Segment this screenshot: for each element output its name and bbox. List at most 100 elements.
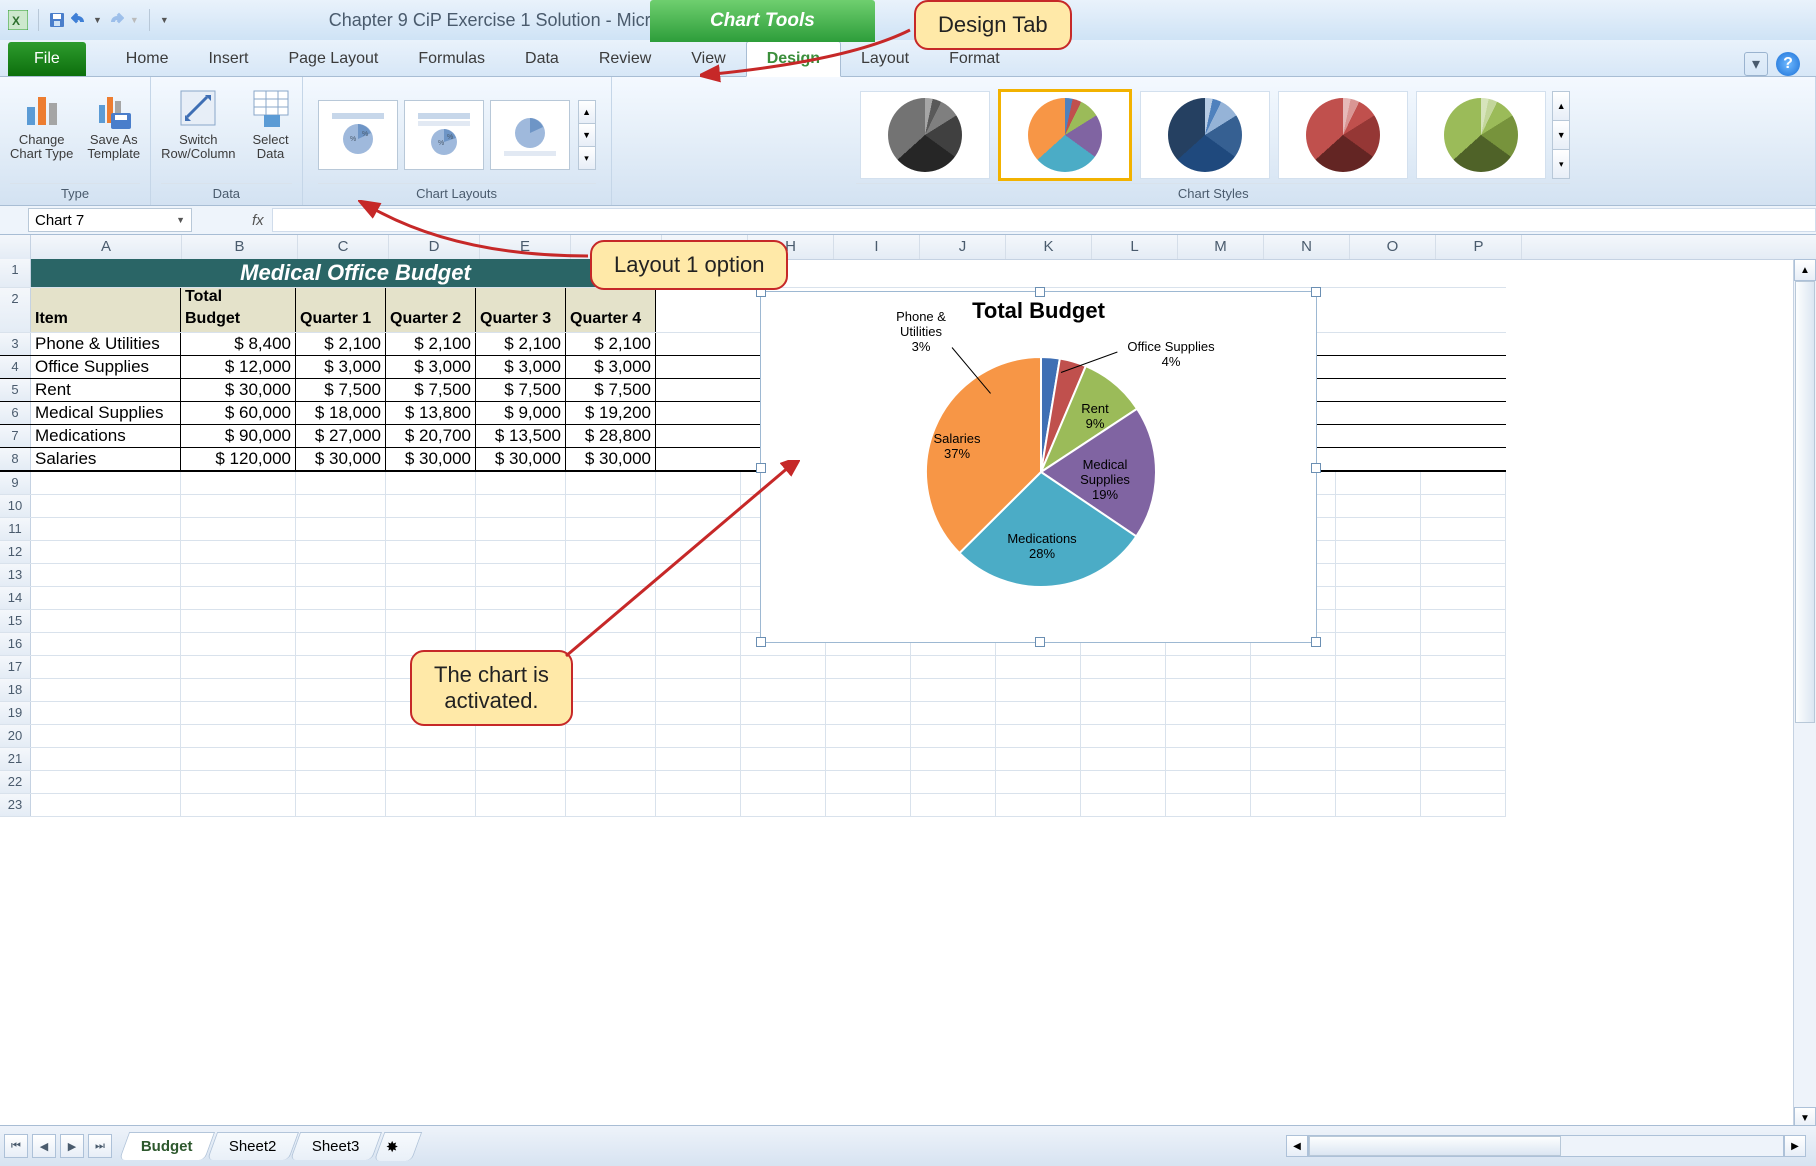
row-header[interactable]: 14 — [0, 587, 31, 609]
chart-style-1[interactable] — [860, 91, 990, 179]
cell[interactable] — [996, 656, 1081, 678]
cell[interactable] — [911, 748, 996, 770]
help-icon[interactable]: ? — [1776, 52, 1800, 76]
cell[interactable] — [31, 564, 181, 586]
sheet-tab-budget[interactable]: Budget — [119, 1132, 215, 1160]
cell[interactable] — [1081, 656, 1166, 678]
cell[interactable] — [1166, 702, 1251, 724]
table-cell[interactable]: $ 13,800 — [386, 402, 476, 424]
styles-more[interactable]: ▾ — [1553, 150, 1569, 178]
cell[interactable] — [911, 771, 996, 793]
cell[interactable] — [31, 794, 181, 816]
cell[interactable] — [1166, 748, 1251, 770]
vertical-scrollbar[interactable]: ▲ ▼ — [1793, 259, 1816, 1129]
cell[interactable] — [31, 541, 181, 563]
cell[interactable] — [1336, 702, 1421, 724]
cell[interactable] — [31, 610, 181, 632]
tab-insert[interactable]: Insert — [188, 42, 268, 76]
cell[interactable] — [1421, 725, 1506, 747]
undo-icon[interactable] — [71, 12, 87, 28]
row-header[interactable]: 16 — [0, 633, 31, 655]
col-header[interactable]: J — [920, 235, 1006, 259]
table-cell[interactable]: $ 9,000 — [476, 402, 566, 424]
cell[interactable] — [1421, 679, 1506, 701]
table-cell[interactable]: $ 3,000 — [296, 356, 386, 378]
cell[interactable] — [31, 587, 181, 609]
row-header[interactable]: 1 — [0, 259, 31, 287]
cell[interactable] — [386, 725, 476, 747]
cell[interactable] — [1081, 725, 1166, 747]
cell[interactable] — [656, 472, 741, 494]
cell[interactable] — [741, 656, 826, 678]
cell[interactable] — [566, 748, 656, 770]
row-header[interactable]: 10 — [0, 495, 31, 517]
cell[interactable] — [476, 794, 566, 816]
cell[interactable] — [1166, 725, 1251, 747]
cell[interactable] — [566, 564, 656, 586]
cell[interactable] — [1336, 610, 1421, 632]
cell[interactable] — [1166, 656, 1251, 678]
row-header[interactable]: 23 — [0, 794, 31, 816]
cell[interactable] — [566, 725, 656, 747]
cell[interactable] — [1421, 702, 1506, 724]
cell[interactable] — [296, 633, 386, 655]
cell[interactable] — [476, 472, 566, 494]
cell[interactable] — [741, 748, 826, 770]
table-cell[interactable]: $ 3,000 — [566, 356, 656, 378]
cell[interactable] — [656, 656, 741, 678]
cell[interactable] — [1081, 679, 1166, 701]
cell[interactable] — [1421, 495, 1506, 517]
select-all[interactable] — [0, 235, 31, 259]
qat-customize[interactable]: ▼ — [160, 15, 169, 25]
cell[interactable] — [826, 794, 911, 816]
new-sheet-button[interactable]: ✸ — [373, 1132, 422, 1161]
cell[interactable] — [656, 794, 741, 816]
fx-icon[interactable]: fx — [252, 212, 264, 229]
cell[interactable] — [386, 771, 476, 793]
cell[interactable] — [181, 587, 296, 609]
layouts-up[interactable]: ▲ — [579, 101, 595, 124]
cell[interactable] — [566, 679, 656, 701]
cell[interactable] — [1421, 564, 1506, 586]
cell[interactable] — [996, 771, 1081, 793]
cell[interactable] — [1421, 472, 1506, 494]
cell[interactable] — [1251, 656, 1336, 678]
cell[interactable] — [996, 679, 1081, 701]
cell[interactable] — [296, 610, 386, 632]
col-header[interactable]: B — [182, 235, 298, 259]
row-header[interactable]: 7 — [0, 425, 31, 447]
tab-file[interactable]: File — [8, 42, 86, 76]
row-header[interactable]: 13 — [0, 564, 31, 586]
chart-style-4[interactable] — [1278, 91, 1408, 179]
cell[interactable] — [296, 656, 386, 678]
cell[interactable] — [826, 748, 911, 770]
cell[interactable] — [911, 725, 996, 747]
cell[interactable] — [1336, 518, 1421, 540]
cell[interactable] — [296, 748, 386, 770]
table-cell[interactable]: $ 7,500 — [386, 379, 476, 401]
cell[interactable] — [31, 679, 181, 701]
cell[interactable] — [476, 495, 566, 517]
undo-dd[interactable]: ▼ — [93, 15, 102, 25]
table-cell[interactable]: $ 120,000 — [181, 448, 296, 470]
table-cell[interactable]: $ 7,500 — [476, 379, 566, 401]
cell[interactable] — [181, 472, 296, 494]
cell[interactable] — [181, 771, 296, 793]
cell[interactable] — [181, 518, 296, 540]
cell[interactable] — [1336, 794, 1421, 816]
cell[interactable] — [1336, 633, 1421, 655]
table-cell[interactable]: Medical Supplies — [31, 402, 181, 424]
cell[interactable] — [826, 725, 911, 747]
cell[interactable] — [1421, 541, 1506, 563]
formula-input[interactable] — [272, 208, 1816, 232]
cell[interactable] — [386, 495, 476, 517]
row-header[interactable]: 4 — [0, 356, 31, 378]
cell[interactable] — [566, 610, 656, 632]
cell[interactable] — [181, 495, 296, 517]
cell[interactable] — [1421, 656, 1506, 678]
sheet-nav-last[interactable]: ⏭ — [88, 1134, 112, 1158]
chart-layout-1[interactable]: %% — [318, 100, 398, 170]
save-icon[interactable] — [49, 12, 65, 28]
table-cell[interactable]: $ 7,500 — [566, 379, 656, 401]
cell[interactable] — [566, 794, 656, 816]
